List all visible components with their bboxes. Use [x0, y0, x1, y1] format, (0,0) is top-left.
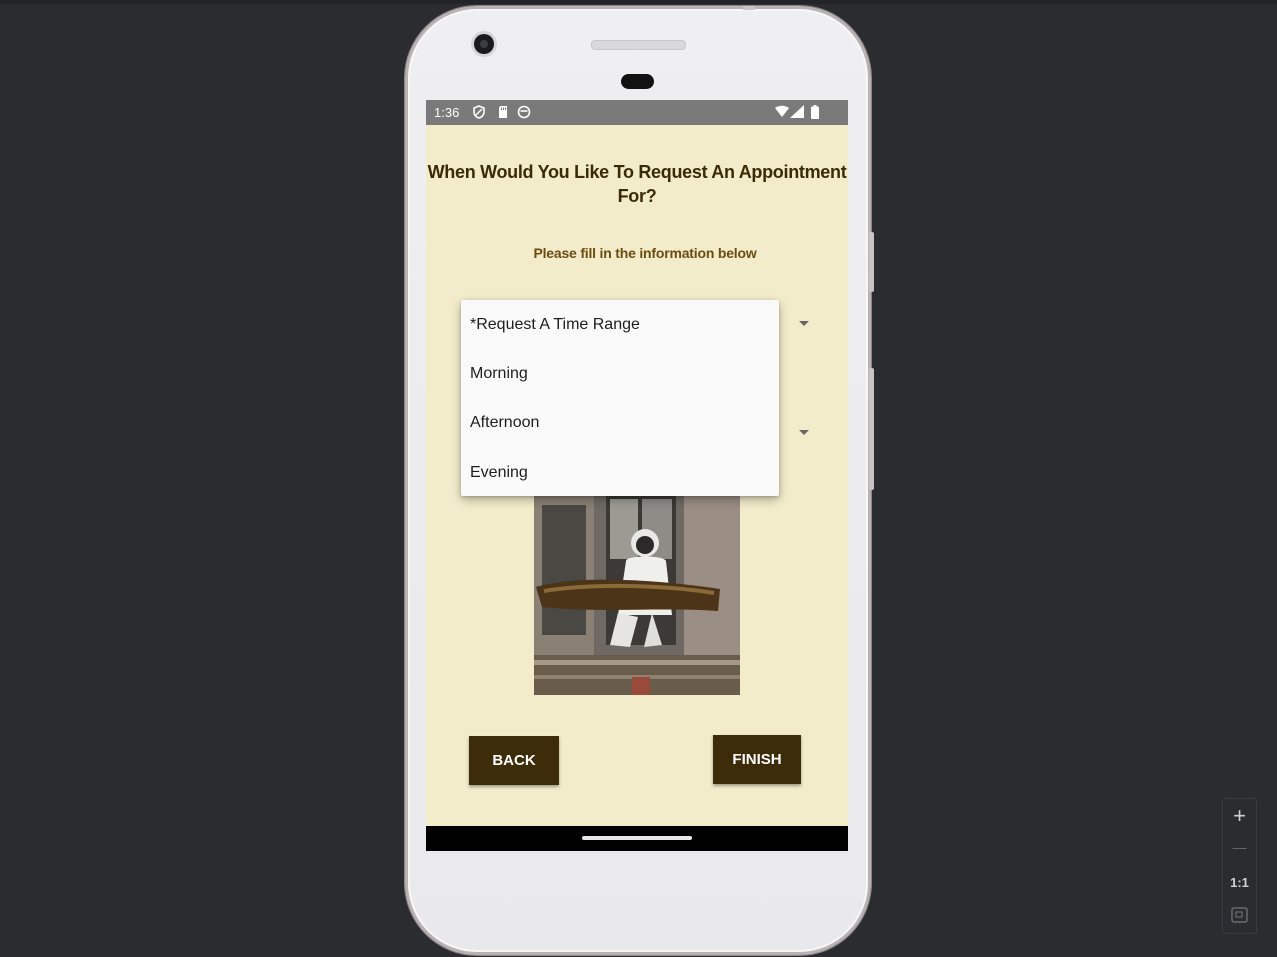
- device-screen: 1:36 When Would You Like To Request An A…: [426, 100, 848, 851]
- battery-icon: [811, 105, 819, 119]
- finish-button[interactable]: FINISH: [713, 735, 801, 784]
- power-button[interactable]: [869, 368, 874, 490]
- status-time: 1:36: [434, 105, 460, 120]
- sd-card-icon: [499, 106, 507, 118]
- home-gesture-pill[interactable]: [582, 836, 692, 840]
- dropdown-option-request-time-range[interactable]: *Request A Time Range: [461, 300, 779, 349]
- page-subtitle: Please fill in the information below: [533, 245, 757, 261]
- toolbar-divider: [0, 0, 1277, 4]
- status-bar: 1:36: [426, 100, 848, 125]
- navigation-bar: [426, 826, 848, 851]
- cell-signal-icon: [790, 105, 804, 118]
- second-spinner-arrow-icon[interactable]: [799, 430, 809, 435]
- time-range-dropdown[interactable]: *Request A Time Range Morning Afternoon …: [461, 300, 779, 496]
- fit-screen-icon[interactable]: [1231, 907, 1248, 923]
- proximity-sensor: [621, 74, 654, 89]
- phone-top-notch: [743, 6, 755, 10]
- volume-button[interactable]: [869, 232, 874, 292]
- page-title: When Would You Like To Request An Appoin…: [427, 162, 847, 206]
- zoom-in-button[interactable]: +: [1223, 803, 1256, 829]
- shield-icon: [473, 105, 485, 119]
- time-range-spinner-arrow-icon[interactable]: [799, 321, 809, 326]
- zoom-out-button[interactable]: —: [1223, 839, 1256, 855]
- zoom-one-to-one-button[interactable]: 1:1: [1223, 875, 1256, 890]
- android-debug-icon: [517, 105, 531, 119]
- zoom-controls: + — 1:1: [1222, 798, 1257, 934]
- front-camera-icon: [474, 34, 494, 54]
- beekeeper-photo: [534, 495, 740, 695]
- wifi-icon: [775, 105, 789, 117]
- dropdown-option-morning[interactable]: Morning: [461, 349, 779, 398]
- dropdown-option-afternoon[interactable]: Afternoon: [461, 399, 779, 448]
- earpiece-speaker: [591, 40, 686, 50]
- back-button[interactable]: BACK: [469, 736, 559, 785]
- dropdown-option-evening[interactable]: Evening: [461, 448, 779, 497]
